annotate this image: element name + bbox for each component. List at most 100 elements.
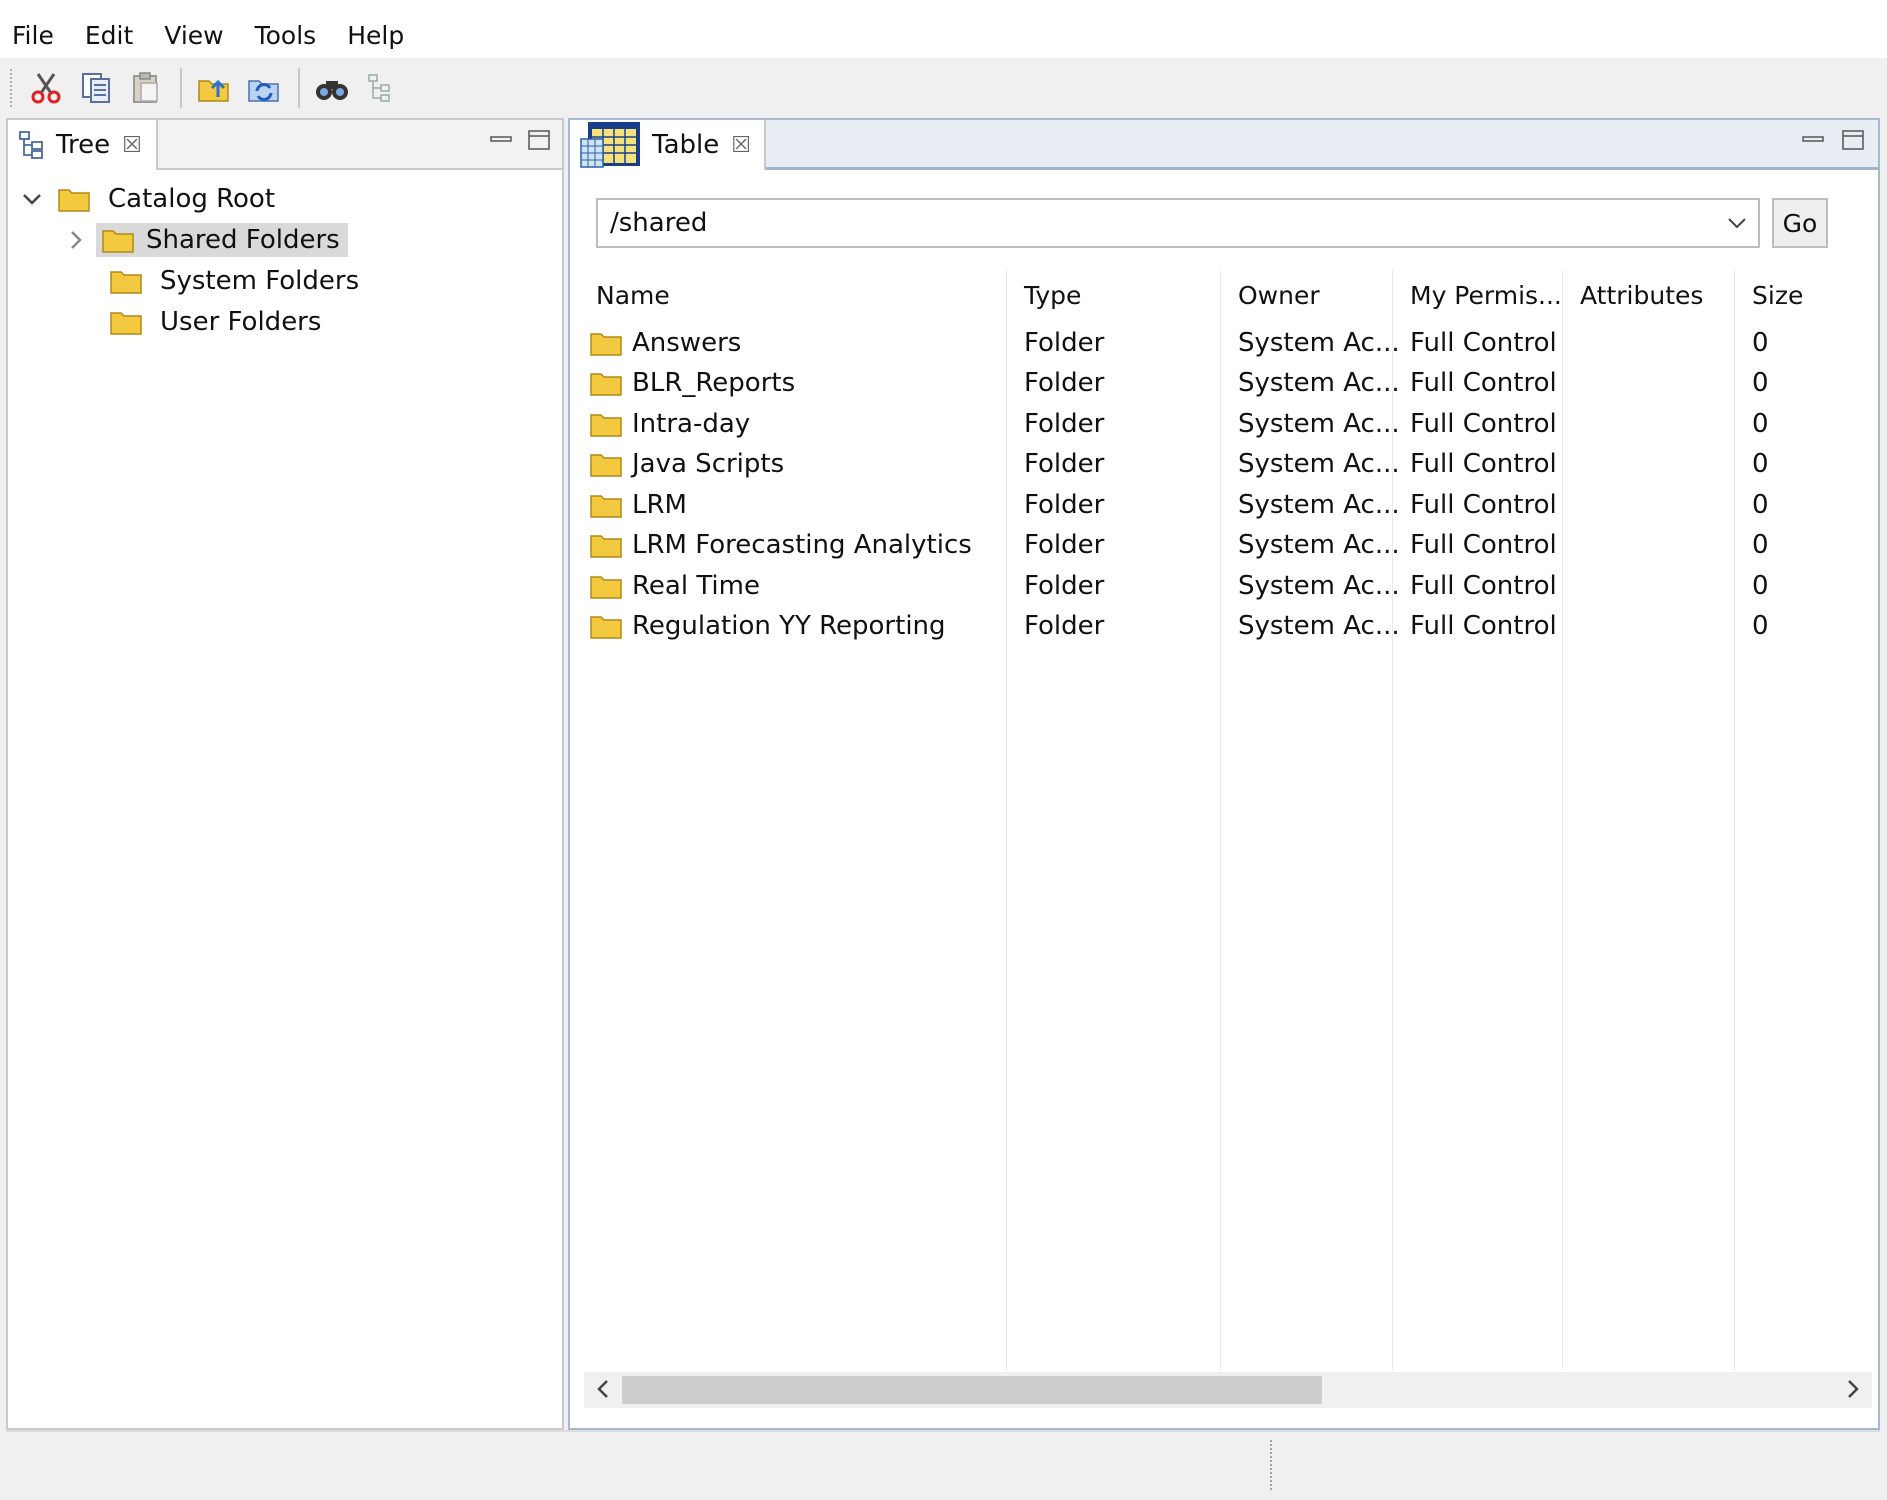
cell-type: Folder xyxy=(1024,530,1105,560)
table-tabstrip: Table ☒ xyxy=(570,120,1878,170)
refresh-button[interactable] xyxy=(244,68,284,108)
maximize-button[interactable] xyxy=(526,128,552,152)
menu-edit[interactable]: Edit xyxy=(83,16,148,56)
table-row[interactable]: Java Scripts Folder System Ac... Full Contr… xyxy=(584,444,1872,485)
folder-icon xyxy=(590,494,622,518)
toolbar-grip[interactable] xyxy=(10,69,14,107)
toolbar-separator xyxy=(298,68,300,108)
table-panel: Table ☒ /shared Go Name Type Owner My Pe… xyxy=(568,118,1880,1430)
cell-name: BLR_Reports xyxy=(590,363,795,404)
folder-icon xyxy=(590,616,622,639)
path-combobox[interactable]: /shared xyxy=(596,198,1760,248)
chevron-right-icon[interactable] xyxy=(1838,1374,1868,1404)
chevron-down-icon[interactable] xyxy=(1722,208,1752,238)
cell-permissions: Full Control xyxy=(1410,489,1557,520)
chevron-left-icon[interactable] xyxy=(588,1374,618,1404)
cell-owner: System Ac... xyxy=(1238,611,1400,641)
cell-name: LRM xyxy=(590,484,687,525)
chevron-right-icon[interactable] xyxy=(62,226,90,254)
go-button[interactable]: Go xyxy=(1772,198,1828,248)
close-icon[interactable]: ☒ xyxy=(731,133,751,158)
close-icon[interactable]: ☒ xyxy=(122,133,142,158)
tree-item-system-folders[interactable]: System Folders xyxy=(18,260,552,301)
tab-table[interactable]: Table ☒ xyxy=(570,120,766,170)
scrollbar-thumb[interactable] xyxy=(622,1376,1322,1404)
column-header-name[interactable]: Name xyxy=(596,270,670,320)
table-row[interactable]: LRM Forecasting Analytics Folder System Ac… xyxy=(584,525,1872,566)
menu-bar: File Edit View Tools Help xyxy=(0,0,1887,58)
cell-name-text: Java Scripts xyxy=(632,449,785,479)
table-row[interactable]: Real Time Folder System Ac... Full Control 0 xyxy=(584,565,1872,606)
cell-type: Folder xyxy=(1024,489,1105,520)
tree-item-label: System Folders xyxy=(160,265,360,296)
cell-permissions: Full Control xyxy=(1410,611,1557,641)
cell-name-text: LRM Forecasting Analytics xyxy=(632,530,972,560)
menu-tools[interactable]: Tools xyxy=(253,16,332,56)
cell-name: Answers xyxy=(590,322,741,363)
minimize-button[interactable] xyxy=(488,128,514,152)
tree-tabstrip: Tree ☒ xyxy=(8,120,562,170)
cell-type: Folder xyxy=(1024,408,1105,439)
tab-table-label: Table xyxy=(652,130,720,160)
tree-item-label: Catalog Root xyxy=(108,183,276,214)
catalog-table: Name Type Owner My Permis... Attributes … xyxy=(584,270,1872,1370)
column-header-owner[interactable]: Owner xyxy=(1238,270,1320,320)
tree-item-shared-folders[interactable]: Shared Folders xyxy=(18,219,552,260)
tree-view-button[interactable] xyxy=(362,68,402,108)
cell-name-text: LRM xyxy=(632,489,687,520)
toolbar xyxy=(0,58,1887,118)
status-bar xyxy=(6,1430,1880,1496)
tree-item-catalog-root[interactable]: Catalog Root xyxy=(18,178,552,219)
table-row[interactable]: BLR_Reports Folder System Ac... Full Contro… xyxy=(584,363,1872,404)
minimize-button[interactable] xyxy=(1800,128,1826,152)
toolbar-separator xyxy=(180,68,182,108)
cell-type: Folder xyxy=(1024,368,1105,398)
cell-name: Intra-day xyxy=(590,403,750,444)
maximize-icon xyxy=(1842,130,1864,150)
tab-tree[interactable]: Tree ☒ xyxy=(8,120,158,170)
cell-owner: System Ac... xyxy=(1238,570,1400,601)
table-row[interactable]: Answers Folder System Ac... Full Control 0 xyxy=(584,322,1872,363)
cell-name-text: Regulation YY Reporting xyxy=(632,611,946,641)
table-row[interactable]: Intra-day Folder System Ac... Full Control 0 xyxy=(584,403,1872,444)
folder-icon xyxy=(590,413,622,437)
tree-item-user-folders[interactable]: User Folders xyxy=(18,301,552,342)
cell-permissions: Full Control xyxy=(1410,368,1557,398)
catalog-tree: Catalog Root Shared Folders System Folde… xyxy=(18,178,552,342)
upload-folder-icon xyxy=(198,79,229,102)
cell-type: Folder xyxy=(1024,327,1105,358)
menu-help[interactable]: Help xyxy=(345,16,419,56)
cell-permissions: Full Control xyxy=(1410,570,1557,601)
column-header-permissions[interactable]: My Permis... xyxy=(1410,270,1562,320)
copy-button[interactable] xyxy=(76,68,116,108)
maximize-button[interactable] xyxy=(1840,128,1866,152)
tree-item-label: Shared Folders xyxy=(96,222,348,257)
cell-name-text: Intra-day xyxy=(632,408,751,439)
cell-permissions: Full Control xyxy=(1410,327,1557,358)
paste-icon xyxy=(133,72,158,103)
cell-type: Folder xyxy=(1024,570,1105,601)
cut-button[interactable] xyxy=(26,68,66,108)
menu-view[interactable]: View xyxy=(162,16,238,56)
table-row[interactable]: LRM Folder System Ac... Full Control 0 xyxy=(584,484,1872,525)
menu-file[interactable]: File xyxy=(10,16,69,56)
paste-button[interactable] xyxy=(126,68,166,108)
folder-icon xyxy=(110,311,142,335)
refresh-icon xyxy=(248,80,279,102)
column-header-size[interactable]: Size xyxy=(1752,270,1803,320)
cell-owner: System Ac... xyxy=(1238,530,1400,560)
column-header-attributes[interactable]: Attributes xyxy=(1580,270,1703,320)
cell-owner: System Ac... xyxy=(1238,408,1400,439)
cell-name: LRM Forecasting Analytics xyxy=(590,525,972,566)
horizontal-scrollbar[interactable] xyxy=(584,1372,1872,1408)
status-divider[interactable] xyxy=(1270,1440,1274,1490)
upload-folder-button[interactable] xyxy=(194,68,234,108)
folder-icon xyxy=(590,373,622,396)
folder-icon xyxy=(590,535,622,558)
chevron-down-icon[interactable] xyxy=(18,185,46,213)
table-row[interactable]: Regulation YY Reporting Folder System Ac..… xyxy=(584,606,1872,647)
cell-name-text: BLR_Reports xyxy=(632,368,796,398)
find-button[interactable] xyxy=(312,68,352,108)
column-header-type[interactable]: Type xyxy=(1024,270,1081,320)
cell-permissions: Full Control xyxy=(1410,408,1557,439)
